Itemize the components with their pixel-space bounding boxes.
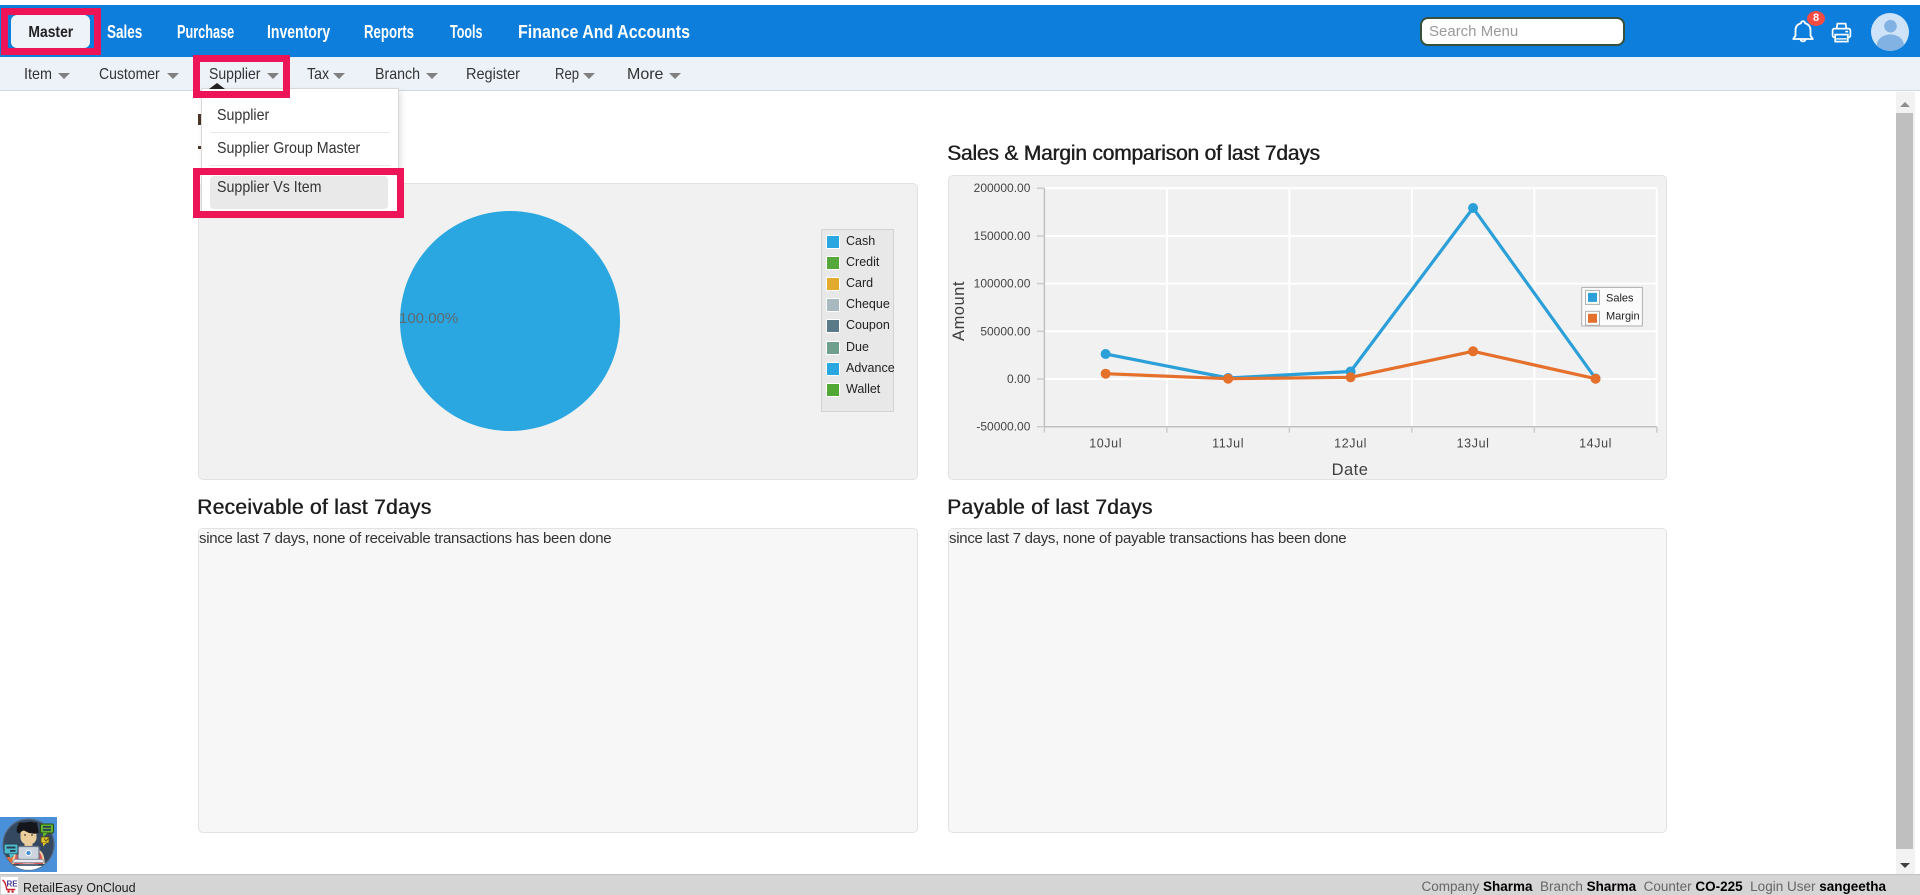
svg-text:14Jul: 14Jul	[1579, 437, 1612, 451]
svg-text:Sales: Sales	[1606, 293, 1634, 305]
svg-text:11Jul: 11Jul	[1212, 437, 1244, 451]
svg-text:10Jul: 10Jul	[1089, 437, 1122, 451]
svg-text:200000.00: 200000.00	[974, 181, 1031, 195]
svg-text:Date: Date	[1332, 461, 1369, 479]
svg-text:150000.00: 150000.00	[974, 229, 1031, 243]
svg-text:50000.00: 50000.00	[980, 324, 1030, 338]
svg-text:12Jul: 12Jul	[1334, 437, 1367, 451]
svg-text:0.00: 0.00	[1007, 372, 1031, 386]
svg-text:13Jul: 13Jul	[1457, 437, 1490, 451]
svg-text:Amount: Amount	[950, 281, 968, 341]
svg-text:RE: RE	[7, 880, 19, 889]
svg-text:100000.00: 100000.00	[974, 277, 1031, 291]
svg-text:-50000.00: -50000.00	[976, 420, 1030, 434]
svg-text:Margin: Margin	[1606, 311, 1640, 323]
